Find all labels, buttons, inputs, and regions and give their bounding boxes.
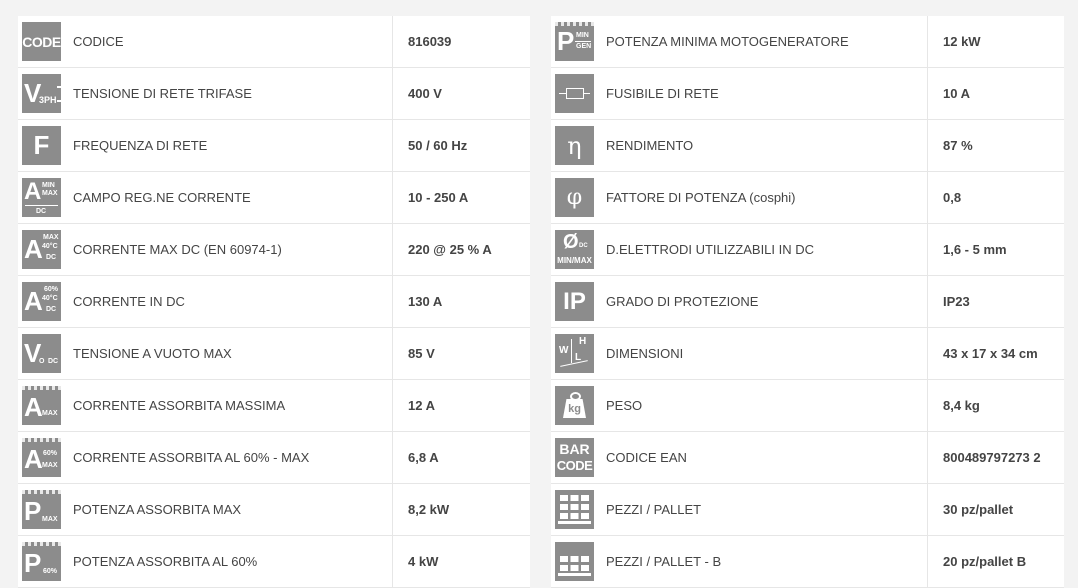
spec-label: CORRENTE IN DC [66,276,393,327]
spec-row: FUSIBILE DI RETE 10 A [551,68,1064,120]
code-icon: CODE [22,22,61,61]
spec-table-left: CODE CODICE 816039 V 3PH TENSIONE DI RET… [18,16,530,588]
spec-value: 130 A [408,294,443,309]
spec-value: 800489797273 2 [943,450,1041,465]
spec-value: 4 kW [408,554,439,569]
spec-value: 8,2 kW [408,502,450,517]
spec-value: 816039 [408,34,452,49]
spec-value: 50 / 60 Hz [408,138,468,153]
spec-row: P 60% POTENZA ASSORBITA AL 60% 4 kW [18,536,530,588]
spec-label: FATTORE DI POTENZA (cosphi) [599,172,928,223]
spec-value: 43 x 17 x 34 cm [943,346,1038,361]
spec-table-right: P MIN GEN POTENZA MINIMA MOTOGENERATORE … [551,16,1064,588]
spec-value: 85 V [408,346,435,361]
spec-label: PESO [599,380,928,431]
spec-label: POTENZA ASSORBITA MAX [66,484,393,535]
electrode-diameter-icon: Ø DC MIN/MAX [555,230,594,269]
spec-row: IP GRADO DI PROTEZIONE IP23 [551,276,1064,328]
spec-label: POTENZA ASSORBITA AL 60% [66,536,393,587]
absorbed-current-max-icon: A MAX [22,386,61,425]
spec-value: 12 kW [943,34,981,49]
spec-label: PEZZI / PALLET [599,484,928,535]
spec-value: 0,8 [943,190,962,205]
spec-label: RENDIMENTO [599,120,928,171]
voltage-3ph-icon: V 3PH [22,74,61,113]
spec-value: IP23 [943,294,970,309]
ip-rating-icon: IP [555,282,594,321]
spec-value: 30 pz/pallet [943,502,1014,517]
pallet-icon [555,490,594,529]
spec-label: CORRENTE ASSORBITA AL 60% - MAX [66,432,393,483]
spec-value: 400 V [408,86,442,101]
spec-row: kg PESO 8,4 kg [551,380,1064,432]
spec-value: 12 A [408,398,435,413]
spec-label: CODICE EAN [599,432,928,483]
open-voltage-icon: V O DC [22,334,61,373]
spec-row: A MIN MAX DC CAMPO REG.NE CORRENTE 10 - … [18,172,530,224]
spec-value: 20 pz/pallet B [943,554,1027,569]
spec-label: TENSIONE A VUOTO MAX [66,328,393,379]
spec-value: 8,4 kg [943,398,980,413]
current-max-dc-icon: A MAX 40°C DC [22,230,61,269]
spec-row: P MIN GEN POTENZA MINIMA MOTOGENERATORE … [551,16,1064,68]
absorbed-power-max-icon: P MAX [22,490,61,529]
pallet-b-icon [555,542,594,581]
fuse-icon [555,74,594,113]
spec-row: η RENDIMENTO 87 % [551,120,1064,172]
spec-row: φ FATTORE DI POTENZA (cosphi) 0,8 [551,172,1064,224]
spec-row: Ø DC MIN/MAX D.ELETTRODI UTILIZZABILI IN… [551,224,1064,276]
barcode-icon: BAR CODE [555,438,594,477]
dimensions-icon: W H L [555,334,594,373]
generator-power-icon: P MIN GEN [555,22,594,61]
spec-row: V O DC TENSIONE A VUOTO MAX 85 V [18,328,530,380]
spec-value: 87 % [943,138,973,153]
weight-icon: kg [555,386,594,425]
spec-label: FUSIBILE DI RETE [599,68,928,119]
absorbed-current-60-icon: A 60% MAX [22,438,61,477]
spec-label: TENSIONE DI RETE TRIFASE [66,68,393,119]
current-dc-icon: A 60% 40°C DC [22,282,61,321]
frequency-icon: F [22,126,61,165]
spec-row: W H L DIMENSIONI 43 x 17 x 34 cm [551,328,1064,380]
spec-row: A MAX 40°C DC CORRENTE MAX DC (EN 60974-… [18,224,530,276]
efficiency-icon: η [555,126,594,165]
spec-row: PEZZI / PALLET - B 20 pz/pallet B [551,536,1064,588]
current-range-icon: A MIN MAX DC [22,178,61,217]
spec-label: POTENZA MINIMA MOTOGENERATORE [599,16,928,67]
spec-label: PEZZI / PALLET - B [599,536,928,587]
spec-label: DIMENSIONI [599,328,928,379]
power-factor-icon: φ [555,178,594,217]
spec-row: CODE CODICE 816039 [18,16,530,68]
spec-label: GRADO DI PROTEZIONE [599,276,928,327]
spec-row: PEZZI / PALLET 30 pz/pallet [551,484,1064,536]
spec-value: 10 A [943,86,970,101]
spec-label: CAMPO REG.NE CORRENTE [66,172,393,223]
spec-label: CORRENTE ASSORBITA MASSIMA [66,380,393,431]
spec-row: P MAX POTENZA ASSORBITA MAX 8,2 kW [18,484,530,536]
spec-row: V 3PH TENSIONE DI RETE TRIFASE 400 V [18,68,530,120]
absorbed-power-60-icon: P 60% [22,542,61,581]
spec-row: A 60% 40°C DC CORRENTE IN DC 130 A [18,276,530,328]
spec-sheet: CODE CODICE 816039 V 3PH TENSIONE DI RET… [0,0,1078,588]
spec-value: 220 @ 25 % A [408,242,492,257]
spec-label: CORRENTE MAX DC (EN 60974-1) [66,224,393,275]
spec-value: 6,8 A [408,450,439,465]
spec-value: 10 - 250 A [408,190,469,205]
spec-row: A 60% MAX CORRENTE ASSORBITA AL 60% - MA… [18,432,530,484]
spec-row: A MAX CORRENTE ASSORBITA MASSIMA 12 A [18,380,530,432]
spec-label: CODICE [66,16,393,67]
spec-value: 1,6 - 5 mm [943,242,1007,257]
spec-row: F FREQUENZA DI RETE 50 / 60 Hz [18,120,530,172]
spec-label: FREQUENZA DI RETE [66,120,393,171]
spec-label: D.ELETTRODI UTILIZZABILI IN DC [599,224,928,275]
spec-row: BAR CODE CODICE EAN 800489797273 2 [551,432,1064,484]
